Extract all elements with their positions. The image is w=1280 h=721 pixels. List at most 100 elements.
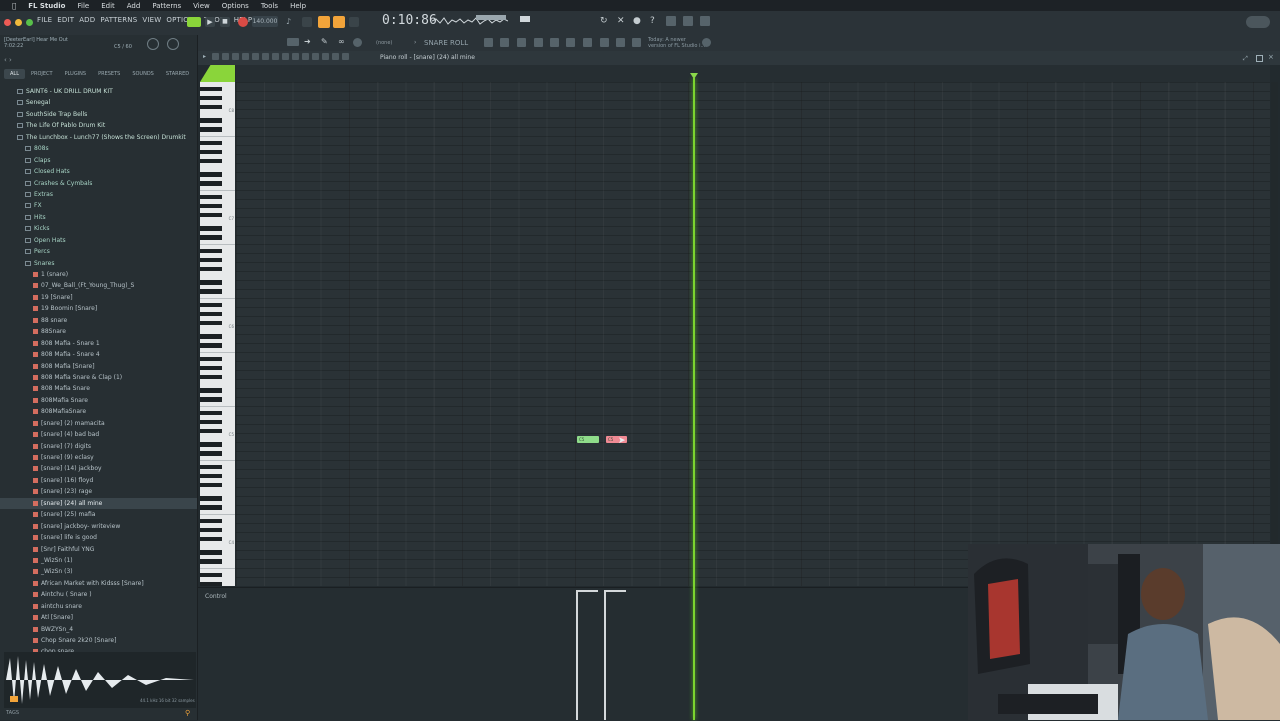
menu-edit[interactable]: Edit xyxy=(101,2,115,10)
stamp-icon[interactable] xyxy=(353,38,362,47)
black-key[interactable] xyxy=(200,581,222,586)
black-key[interactable] xyxy=(200,140,222,145)
browser-folder-item[interactable]: Kicks xyxy=(0,223,197,234)
browser-file-item[interactable]: _WizSn (1) xyxy=(0,555,197,566)
tab-all[interactable]: ALL xyxy=(4,69,25,79)
black-key[interactable] xyxy=(200,343,222,348)
black-key[interactable] xyxy=(200,226,222,231)
playlist-icon[interactable] xyxy=(484,38,493,47)
velocity-bar[interactable] xyxy=(576,590,578,720)
black-key[interactable] xyxy=(200,194,222,199)
browser-folder-item[interactable]: The Life Of Pablo Drum Kit xyxy=(0,120,197,131)
pencil-icon[interactable]: ✎ xyxy=(321,38,328,46)
black-key[interactable] xyxy=(200,451,222,456)
black-key[interactable] xyxy=(200,257,222,262)
blend-notes-toggle[interactable] xyxy=(349,17,359,27)
black-key[interactable] xyxy=(200,212,222,217)
browser-file-item[interactable]: Aintchu ( Snare ) xyxy=(0,589,197,600)
browser-folder-item[interactable]: Hits xyxy=(0,212,197,223)
black-key[interactable] xyxy=(200,365,222,370)
metronome-icon[interactable]: ♪ xyxy=(286,17,296,27)
plugin-icon[interactable] xyxy=(550,38,559,47)
black-key[interactable] xyxy=(200,320,222,325)
black-key[interactable] xyxy=(200,397,222,402)
black-key[interactable] xyxy=(200,302,222,307)
mixer-icon[interactable] xyxy=(666,16,676,26)
snap-icon[interactable] xyxy=(292,53,299,60)
black-key[interactable] xyxy=(200,419,222,424)
vertical-scrollbar[interactable] xyxy=(1271,82,1278,586)
browser-file-item[interactable]: [snare] life is good xyxy=(0,532,197,543)
cut-icon[interactable]: ✕ xyxy=(617,16,627,26)
browser-file-item[interactable]: 808 Mafia - Snare 4 xyxy=(0,349,197,360)
browser-folder-item[interactable]: FX xyxy=(0,200,197,211)
magnet-icon[interactable] xyxy=(302,53,309,60)
browser-file-item[interactable]: 808Mafia Snare xyxy=(0,395,197,406)
tab-sounds[interactable]: SOUNDS xyxy=(126,69,160,79)
fl-menu-view[interactable]: VIEW xyxy=(142,16,161,24)
black-key[interactable] xyxy=(200,311,222,316)
browser-file-item[interactable]: BWZYSn_4 xyxy=(0,624,197,635)
browser-file-item[interactable]: [snare] (24) all mine xyxy=(0,497,197,510)
record-icon[interactable] xyxy=(238,17,248,27)
speaker-icon[interactable] xyxy=(322,53,329,60)
step-edit-toggle[interactable] xyxy=(333,16,345,28)
fl-menu-patterns[interactable]: PATTERNS xyxy=(100,16,137,24)
chevron-right-icon[interactable]: › xyxy=(414,39,416,46)
minimize-window-icon[interactable] xyxy=(15,19,22,26)
black-key[interactable] xyxy=(200,127,222,132)
black-key[interactable] xyxy=(200,266,222,271)
black-key[interactable] xyxy=(200,280,222,285)
draw-tool-icon[interactable] xyxy=(212,53,219,60)
tab-presets[interactable]: PRESETS xyxy=(92,69,126,79)
note[interactable]: C5 xyxy=(577,436,599,443)
browser-file-item[interactable]: 07_We_Ball_(Ft_Young_Thug)_S xyxy=(0,280,197,291)
browser-icon[interactable] xyxy=(700,16,710,26)
browser-file-item[interactable]: [snare] (25) mafia xyxy=(0,509,197,520)
channel-icon[interactable] xyxy=(517,38,526,47)
browser-file-item[interactable]: [snare] (7) digits xyxy=(0,441,197,452)
black-key[interactable] xyxy=(200,473,222,478)
black-key[interactable] xyxy=(200,536,222,541)
maximize-icon[interactable] xyxy=(1256,55,1263,62)
black-key[interactable] xyxy=(200,550,222,555)
black-key[interactable] xyxy=(200,149,222,154)
fl-menu-edit[interactable]: EDIT xyxy=(57,16,74,24)
playhead-marker-icon[interactable] xyxy=(690,73,698,79)
magnifier-icon[interactable] xyxy=(332,53,339,60)
arrow-right-icon[interactable]: ➜ xyxy=(304,38,311,46)
browser-folder-item[interactable]: Claps xyxy=(0,155,197,166)
browser-file-item[interactable]: 808 Mafia [Snare] xyxy=(0,361,197,372)
tab-project[interactable]: PROJECT xyxy=(25,69,59,79)
browser-file-item[interactable]: [snare] (14) jackboy xyxy=(0,463,197,474)
browser-folder-item[interactable]: Extras xyxy=(0,189,197,200)
playback-tool-icon[interactable] xyxy=(282,53,289,60)
velocity-bar[interactable] xyxy=(604,590,606,720)
black-key[interactable] xyxy=(200,172,222,177)
pitch-knob[interactable] xyxy=(147,38,159,50)
black-key[interactable] xyxy=(200,559,222,564)
black-key[interactable] xyxy=(200,496,222,501)
browser-file-item[interactable]: [snare] (2) mamacita xyxy=(0,418,197,429)
settings-gear-icon[interactable] xyxy=(702,38,711,47)
tab-starred[interactable]: STARRED xyxy=(160,69,195,79)
black-key[interactable] xyxy=(200,505,222,510)
window-arrows-icon[interactable]: ⤢ xyxy=(1243,55,1248,63)
black-key[interactable] xyxy=(200,203,222,208)
tab-plugins[interactable]: PLUGINS xyxy=(59,69,92,79)
piano-roll-icon[interactable] xyxy=(500,38,509,47)
pattern-name[interactable]: SNARE ROLL xyxy=(424,39,468,47)
menu-view[interactable]: View xyxy=(193,2,210,10)
mixer-bars-icon[interactable] xyxy=(534,38,543,47)
menu-tools[interactable]: Tools xyxy=(261,2,278,10)
slice-tool-icon[interactable] xyxy=(252,53,259,60)
browser-file-item[interactable]: 808 Mafia Snare & Clap (1) xyxy=(0,372,197,383)
black-key[interactable] xyxy=(200,181,222,186)
browser-file-item[interactable]: [Snr] Faithful YNG xyxy=(0,544,197,555)
browser-file-item[interactable]: 808 Mafia Snare xyxy=(0,383,197,394)
search-icon[interactable]: ⚲ xyxy=(185,709,190,717)
stamp-tool-icon[interactable] xyxy=(312,53,319,60)
brush-icon[interactable] xyxy=(616,38,625,47)
browser-folder-item[interactable]: Closed Hats xyxy=(0,166,197,177)
channel-target-icon[interactable] xyxy=(342,53,349,60)
